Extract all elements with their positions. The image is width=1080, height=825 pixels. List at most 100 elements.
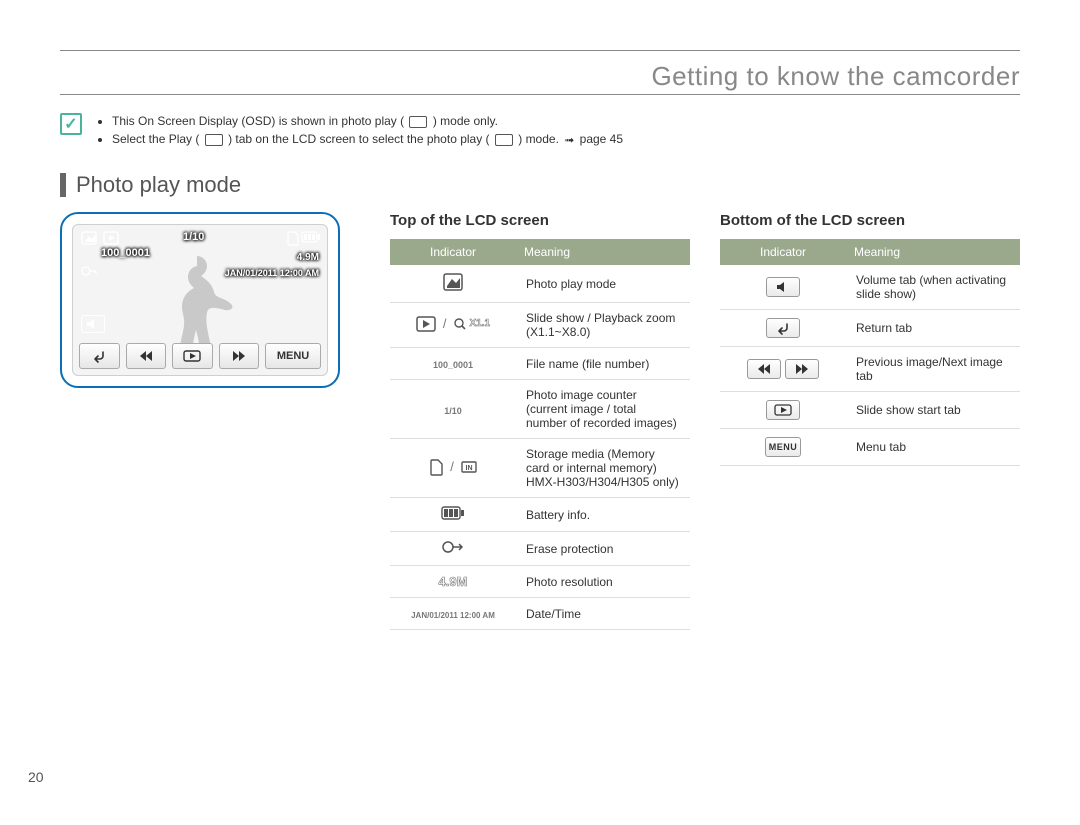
slideshow-start-tab-icon: [172, 343, 213, 369]
indicator-cell: 4.9M: [390, 566, 516, 598]
meaning-cell: Menu tab: [846, 429, 1020, 466]
section-title: Photo play mode: [76, 172, 241, 198]
protect-icon: [442, 540, 464, 554]
zoom-label: X1.1: [470, 319, 491, 329]
indicator-cell: /IN: [390, 439, 516, 498]
play-tab-icon: [205, 134, 223, 146]
indicator-cell: [390, 532, 516, 566]
note-1-text-b: ) mode only.: [433, 114, 498, 128]
rule-top: [60, 50, 1020, 51]
bottom-indicator-table: Indicator Meaning Volume tab (when activ…: [720, 239, 1020, 466]
indicator-cell: [390, 498, 516, 532]
lcd-counter: 1/10: [183, 232, 204, 243]
prev-next-tab-icon: [747, 359, 819, 379]
resolution-label: 4.9M: [439, 574, 468, 589]
rule-under-title: [60, 94, 1020, 95]
note-block: ✓ This On Screen Display (OSD) is shown …: [60, 113, 1020, 150]
menu-tab-icon: MENU: [765, 437, 802, 457]
indicator-cell: [720, 392, 846, 429]
indicator-cell: [720, 347, 846, 392]
return-tab-icon: [79, 343, 120, 369]
lcd-resolution: 4.9M: [297, 253, 319, 263]
indicator-cell: [390, 265, 516, 303]
menu-label: MENU: [769, 442, 798, 452]
note-list: This On Screen Display (OSD) is shown in…: [94, 113, 623, 150]
meaning-cell: Slide show start tab: [846, 392, 1020, 429]
top-table-heading: Top of the LCD screen: [390, 212, 690, 229]
table-row: Battery info.: [390, 498, 690, 532]
col-meaning: Meaning: [516, 239, 690, 265]
chapter-title: Getting to know the camcorder: [60, 61, 1020, 92]
slideshow-zoom-icon: /X1.1: [416, 316, 490, 332]
note-item-2: Select the Play ( ) tab on the LCD scree…: [112, 131, 623, 148]
indicator-cell: MENU: [720, 429, 846, 466]
note-2-text-b: ) tab on the LCD screen to select the ph…: [228, 132, 489, 146]
table-row: Erase protection: [390, 532, 690, 566]
photo-play-mode-icon: [443, 273, 463, 291]
note-1-text-a: This On Screen Display (OSD) is shown in…: [112, 114, 404, 128]
meaning-cell: File name (file number): [516, 348, 690, 380]
page: Getting to know the camcorder ✓ This On …: [0, 0, 1080, 825]
storage-icon: /IN: [429, 459, 477, 475]
table-row: JAN/01/2011 12:00 AM Date/Time: [390, 598, 690, 630]
checkmark-icon: ✓: [60, 113, 82, 135]
meaning-cell: Slide show / Playback zoom (X1.1~X8.0): [516, 303, 690, 348]
volume-tab-icon: [81, 315, 105, 333]
menu-tab-icon: MENU: [265, 343, 321, 369]
photo-play-mode-icon: [495, 134, 513, 146]
indicator-cell: JAN/01/2011 12:00 AM: [390, 598, 516, 630]
bottom-table-heading: Bottom of the LCD screen: [720, 212, 1020, 229]
arrow-right-icon: ➟: [564, 132, 574, 148]
note-2-text-a: Select the Play (: [112, 132, 199, 146]
table-row: /IN Storage media (Memory card or intern…: [390, 439, 690, 498]
table-row: Volume tab (when activating slide show): [720, 265, 1020, 310]
table-row: 1/10 Photo image counter (current image …: [390, 380, 690, 439]
meaning-cell: Erase protection: [516, 532, 690, 566]
lcd-button-row: MENU: [79, 343, 321, 369]
lcd-column: 1/10 100_0001 4.9M JAN/01/2011 12:00 AM: [60, 212, 360, 388]
slideshow-start-tab-icon: [766, 400, 800, 420]
lcd-frame: 1/10 100_0001 4.9M JAN/01/2011 12:00 AM: [60, 212, 340, 388]
indicator-cell: 1/10: [390, 380, 516, 439]
indicator-cell: /X1.1: [390, 303, 516, 348]
table-row: 100_0001 File name (file number): [390, 348, 690, 380]
indicator-cell: [720, 310, 846, 347]
meaning-cell: Previous image/Next image tab: [846, 347, 1020, 392]
table-row: Previous image/Next image tab: [720, 347, 1020, 392]
storage-card-icon: [287, 231, 299, 245]
battery-icon: [301, 231, 321, 243]
col-meaning: Meaning: [846, 239, 1020, 265]
table-row: /X1.1 Slide show / Playback zoom (X1.1~X…: [390, 303, 690, 348]
col-indicator: Indicator: [390, 239, 516, 265]
indicator-cell: [720, 265, 846, 310]
lcd-datetime: JAN/01/2011 12:00 AM: [225, 269, 319, 278]
lcd-screen: 1/10 100_0001 4.9M JAN/01/2011 12:00 AM: [72, 224, 328, 376]
table-row: Photo play mode: [390, 265, 690, 303]
top-indicator-table: Indicator Meaning Photo play mode /X1.1 …: [390, 239, 690, 630]
table-row: MENU Menu tab: [720, 429, 1020, 466]
meaning-cell: Photo resolution: [516, 566, 690, 598]
datetime-label: JAN/01/2011 12:00 AM: [411, 611, 495, 620]
section-bar-icon: [60, 173, 66, 197]
page-number: 20: [28, 769, 44, 785]
prev-image-tab-icon: [126, 343, 167, 369]
photo-play-mode-icon: [81, 231, 97, 245]
bottom-table-column: Bottom of the LCD screen Indicator Meani…: [720, 212, 1020, 466]
meaning-cell: Photo image counter (current image / tot…: [516, 380, 690, 439]
table-row: Return tab: [720, 310, 1020, 347]
battery-icon: [441, 506, 465, 520]
table-row: Slide show start tab: [720, 392, 1020, 429]
slideshow-icon: [103, 231, 119, 245]
note-2-pageref: page 45: [580, 132, 623, 146]
meaning-cell: Storage media (Memory card or internal m…: [516, 439, 690, 498]
counter-label: 1/10: [444, 406, 462, 416]
table-row: 4.9M Photo resolution: [390, 566, 690, 598]
section-heading: Photo play mode: [60, 172, 1020, 198]
next-image-tab-icon: [219, 343, 260, 369]
indicator-cell: 100_0001: [390, 348, 516, 380]
columns: 1/10 100_0001 4.9M JAN/01/2011 12:00 AM: [60, 212, 1020, 630]
note-2-text-c: ) mode.: [518, 132, 562, 146]
meaning-cell: Photo play mode: [516, 265, 690, 303]
meaning-cell: Return tab: [846, 310, 1020, 347]
table-header-row: Indicator Meaning: [720, 239, 1020, 265]
